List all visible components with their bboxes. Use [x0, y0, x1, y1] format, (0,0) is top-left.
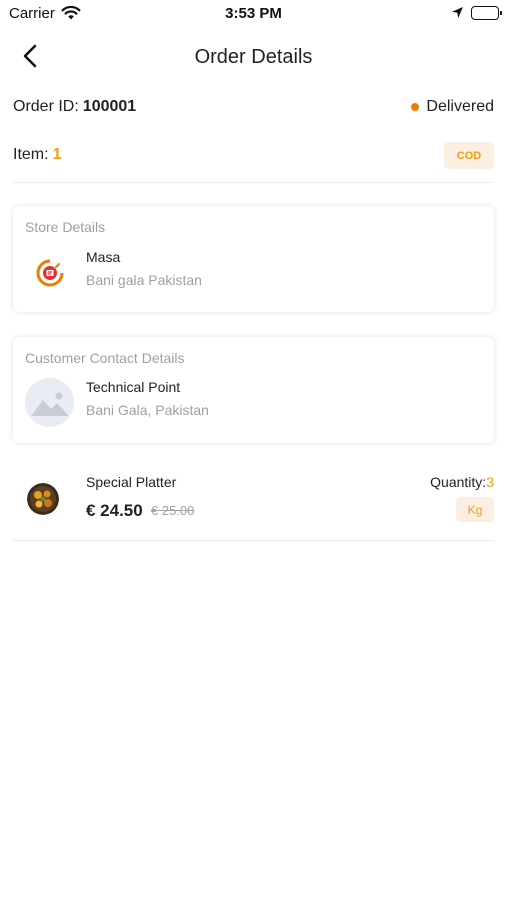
item-count-row: Item: 1 COD — [13, 142, 494, 169]
item-label: Item: — [13, 146, 49, 163]
status-dot-icon — [411, 103, 420, 111]
order-status-label: Delivered — [426, 98, 494, 115]
customer-address: Bani Gala, Pakistan — [86, 402, 209, 418]
page-title: Order Details — [194, 46, 313, 68]
store-name: Masa — [86, 249, 121, 265]
image-placeholder-icon — [25, 378, 74, 427]
order-id-row: Order ID: 100001 Delivered — [13, 98, 494, 120]
divider — [13, 182, 494, 183]
quantity-label: Quantity: — [430, 474, 487, 490]
order-id-label: Order ID: — [13, 98, 79, 115]
navigation-bar: Order Details — [0, 36, 507, 80]
product-original-price: € 25.00 — [151, 503, 195, 518]
divider — [13, 540, 494, 541]
unit-badge: Kg — [456, 497, 494, 522]
order-id-value: 100001 — [82, 98, 137, 115]
status-bar: Carrier 3:53 PM — [0, 0, 507, 28]
store-details-card: Store Details Masa Bani gala Pakistan — [13, 206, 494, 312]
store-logo — [25, 248, 74, 297]
clock: 3:53 PM — [225, 5, 282, 22]
product-price: € 24.50 — [86, 501, 143, 520]
product-image — [27, 483, 59, 515]
store-details-title: Store Details — [25, 219, 106, 235]
product-name: Special Platter — [86, 474, 177, 490]
item-count: 1 — [52, 146, 62, 163]
quantity-value: 3 — [486, 474, 494, 490]
location-arrow-icon — [451, 6, 464, 24]
payment-badge: COD — [444, 142, 494, 169]
customer-contact-title: Customer Contact Details — [25, 350, 185, 366]
store-address: Bani gala Pakistan — [86, 272, 202, 288]
order-status: Delivered — [411, 98, 494, 116]
product-quantity: Quantity:3 — [430, 474, 494, 490]
customer-name: Technical Point — [86, 379, 181, 395]
battery-icon — [471, 6, 502, 20]
customer-contact-card: Customer Contact Details Technical Point… — [13, 337, 494, 443]
product-row[interactable]: Special Platter € 24.50 € 25.00 Quantity… — [13, 463, 494, 533]
